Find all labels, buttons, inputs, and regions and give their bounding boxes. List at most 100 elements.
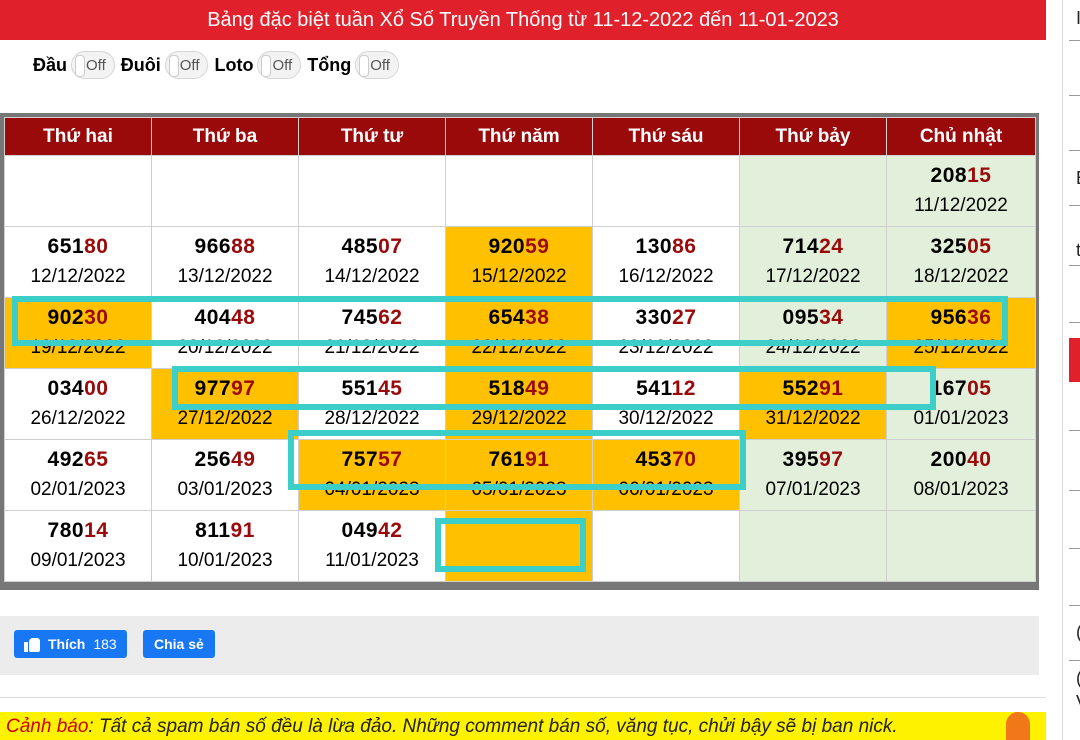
result-head-digits: 654 [488, 306, 526, 329]
result-head-digits: 956 [930, 306, 968, 329]
toggle-label-duoi: Đuôi [120, 54, 161, 75]
table-row: 90230 19/12/2022 40448 20/12/2022 74562 21/12… [4, 297, 1036, 369]
warning-banner: Cảnh báo: Tất cả spam bán số đều là lừa … [0, 712, 1046, 740]
day-cell: 33027 23/12/2022 [592, 297, 740, 369]
result-number: 03400 [5, 374, 151, 404]
result-tail-digits: 49 [525, 377, 550, 400]
divider [0, 697, 1046, 698]
like-label: Thích [48, 636, 86, 652]
draw-date: 09/01/2023 [30, 550, 126, 571]
result-head-digits: 551 [341, 377, 379, 400]
day-cell: 55291 31/12/2022 [739, 368, 887, 440]
day-cell: 16705 01/01/2023 [886, 368, 1036, 440]
result-number: 51849 [446, 374, 592, 404]
result-head-digits: 095 [782, 306, 820, 329]
result-number: 75757 [299, 445, 445, 475]
day-cell: 40448 20/12/2022 [151, 297, 299, 369]
filter-toggles: Đầu Off Đuôi Off Loto Off Tổng Off [33, 50, 405, 80]
table-header-row: Thứ hai Thứ ba Thứ tư Thứ năm Thứ sáu Th… [4, 117, 1036, 156]
day-cell: 55145 28/12/2022 [298, 368, 446, 440]
draw-date: 01/01/2023 [913, 408, 1009, 429]
result-number: 20815 [887, 161, 1035, 191]
result-number: 97797 [152, 374, 298, 404]
draw-date: 27/12/2022 [177, 408, 273, 429]
day-cell: 03400 26/12/2022 [4, 368, 152, 440]
toggle-tong[interactable]: Off [355, 51, 399, 79]
result-number: 54112 [593, 374, 739, 404]
draw-date: 22/12/2022 [471, 337, 567, 358]
result-head-digits: 541 [636, 377, 672, 400]
table-row: 20815 11/12/2022 [4, 155, 1036, 227]
day-cell [886, 510, 1036, 582]
result-number: 04942 [299, 516, 445, 546]
result-number: 16705 [887, 374, 1035, 404]
draw-date: 11/01/2023 [325, 550, 419, 571]
result-head-digits: 034 [47, 377, 85, 400]
result-head-digits: 404 [194, 306, 232, 329]
page-title: Bảng đặc biệt tuần Xổ Số Truyền Thống từ… [0, 0, 1046, 40]
toggle-loto[interactable]: Off [257, 51, 302, 79]
draw-date: 14/12/2022 [324, 266, 420, 287]
result-head-digits: 651 [47, 235, 85, 258]
result-tail-digits: 49 [231, 448, 256, 471]
right-sidebar-edge: I E t ( ( V [1062, 0, 1080, 740]
sidebar-text: V [1076, 692, 1080, 713]
draw-date: 31/12/2022 [765, 408, 861, 429]
day-cell: 65438 22/12/2022 [445, 297, 593, 369]
result-head-digits: 780 [47, 519, 85, 542]
result-tail-digits: 12 [671, 377, 696, 400]
toggle-duoi[interactable]: Off [164, 51, 209, 79]
sidebar-text: ( [1076, 622, 1080, 643]
day-cell: 71424 17/12/2022 [739, 226, 887, 298]
result-head-digits: 902 [47, 306, 85, 329]
sidebar-divider [1069, 605, 1080, 606]
result-tail-digits: 05 [967, 235, 992, 258]
draw-date: 19/12/2022 [30, 337, 126, 358]
draw-date: 04/01/2023 [324, 479, 420, 500]
result-tail-digits: 91 [525, 448, 550, 471]
result-tail-digits: 05 [967, 377, 992, 400]
result-number: 96688 [152, 232, 298, 262]
draw-date: 06/01/2023 [618, 479, 714, 500]
result-tail-digits: 91 [819, 377, 844, 400]
result-head-digits: 256 [194, 448, 232, 471]
result-tail-digits: 38 [525, 306, 550, 329]
toggle-dau[interactable]: Off [71, 51, 115, 79]
column-header: Thứ ba [151, 117, 299, 156]
column-header: Thứ sáu [592, 117, 740, 156]
result-number: 13086 [593, 232, 739, 262]
like-button[interactable]: Thích 183 [14, 630, 127, 658]
draw-date: 11/12/2022 [914, 195, 1008, 216]
result-number: 45370 [593, 445, 739, 475]
day-cell [151, 155, 299, 227]
sidebar-divider [1069, 322, 1080, 323]
toggle-label-tong: Tổng [307, 54, 352, 75]
day-cell: 20815 11/12/2022 [886, 155, 1036, 227]
result-number: 40448 [152, 303, 298, 333]
like-count: 183 [93, 636, 117, 652]
result-head-digits: 966 [194, 235, 232, 258]
day-cell [592, 155, 740, 227]
result-tail-digits: 97 [231, 377, 256, 400]
result-tail-digits: 15 [967, 164, 992, 187]
result-head-digits: 518 [488, 377, 526, 400]
chat-widget-tab[interactable] [1006, 712, 1030, 740]
sidebar-text: ( [1076, 668, 1080, 689]
day-cell [739, 155, 887, 227]
day-cell: 13086 16/12/2022 [592, 226, 740, 298]
draw-date: 17/12/2022 [765, 266, 861, 287]
share-button[interactable]: Chia sẻ [143, 630, 215, 658]
sidebar-divider [1069, 548, 1080, 549]
result-number: 32505 [887, 232, 1035, 262]
result-head-digits: 200 [930, 448, 968, 471]
day-cell: 76191 05/01/2023 [445, 439, 593, 511]
day-cell: 90230 19/12/2022 [4, 297, 152, 369]
draw-date: 28/12/2022 [324, 408, 420, 429]
result-number: 74562 [299, 303, 445, 333]
result-head-digits: 485 [341, 235, 379, 258]
sidebar-text: E [1076, 168, 1080, 189]
day-cell: 49265 02/01/2023 [4, 439, 152, 511]
sidebar-divider [1069, 660, 1080, 661]
result-number: 49265 [5, 445, 151, 475]
day-cell: 78014 09/01/2023 [4, 510, 152, 582]
